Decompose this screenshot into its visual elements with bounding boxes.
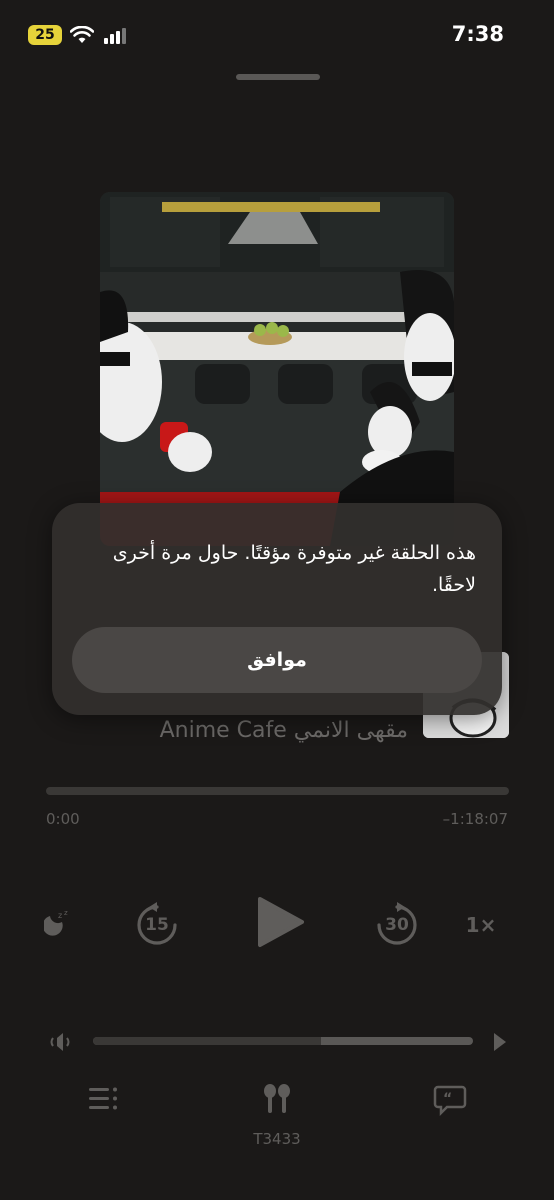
episode-artwork <box>100 192 454 546</box>
progress-scrubber[interactable] <box>46 787 509 795</box>
skip-forward-seconds: 30 <box>385 915 409 935</box>
sheet-grabber[interactable] <box>236 74 320 80</box>
playback-speed-button[interactable]: 1× <box>464 910 498 940</box>
wifi-icon <box>70 26 94 43</box>
volume-low-icon <box>50 1033 70 1051</box>
airplay-device-label: T3433 <box>253 1130 301 1148</box>
time-elapsed: 0:00 <box>46 810 80 828</box>
alert-message: هذه الحلقة غير متوفرة مؤقتًا. حاول مرة أ… <box>112 542 476 596</box>
alert-dialog: هذه الحلقة غير متوفرة مؤقتًا. حاول مرة أ… <box>52 503 502 715</box>
chat-bubble-icon[interactable]: “ <box>433 1084 467 1116</box>
queue-icon[interactable] <box>88 1085 120 1113</box>
svg-text:“: “ <box>443 1091 452 1107</box>
skip-back-button[interactable]: 15 <box>134 902 180 948</box>
battery-indicator: 25 <box>28 25 62 45</box>
artwork-illustration <box>100 192 454 546</box>
volume-slider-fill <box>93 1037 321 1045</box>
ok-button[interactable]: موافق <box>72 627 482 693</box>
play-button[interactable] <box>254 895 306 949</box>
time-remaining: –1:18:07 <box>442 810 508 828</box>
airpods-icon[interactable] <box>262 1083 292 1117</box>
podcast-title[interactable]: مقهى الانمي Anime Cafe <box>160 718 408 743</box>
sleep-timer-icon[interactable]: z z <box>44 908 74 940</box>
status-bar: 25 7:38 <box>0 0 554 70</box>
svg-text:z: z <box>64 909 68 917</box>
skip-back-seconds: 15 <box>145 915 169 935</box>
play-icon <box>258 897 304 947</box>
svg-text:z: z <box>58 911 62 920</box>
clock-time: 7:38 <box>451 22 504 46</box>
volume-high-icon <box>494 1033 506 1051</box>
skip-forward-button[interactable]: 30 <box>374 902 420 948</box>
cellular-signal-icon <box>104 28 126 44</box>
